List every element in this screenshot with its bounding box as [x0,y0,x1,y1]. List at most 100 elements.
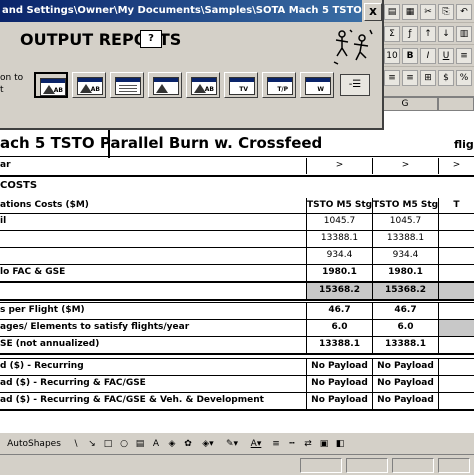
cell[interactable]: > [372,158,438,174]
table-row[interactable]: ar > > > [0,158,474,174]
cell[interactable]: 6.0 [372,320,438,336]
table-row[interactable]: ad ($) - Recurring & FAC/GSE No Payload … [0,376,474,392]
table-row[interactable]: 15368.2 15368.2 [0,283,474,299]
table-row[interactable]: d ($) - Recurring No Payload No Payload [0,359,474,375]
table-row[interactable]: COSTS [0,178,474,194]
align-right-icon[interactable]: ≡ [402,70,418,86]
cell[interactable] [438,231,474,247]
toolbar-button[interactable]: ✂ [420,4,436,20]
cell[interactable] [0,283,306,299]
textbox-icon[interactable]: ▤ [134,437,146,451]
table-row[interactable]: lo FAC & GSE 1980.1 1980.1 [0,265,474,281]
cell[interactable] [438,214,474,230]
table-row[interactable]: ations Costs ($M) TSTO M5 Stg 1 TSTO M5 … [0,198,474,214]
cell[interactable]: No Payload [372,359,438,375]
dash-style-icon[interactable]: ┅ [286,437,298,451]
italic-icon[interactable]: I [420,48,436,64]
cell[interactable]: ar [0,158,306,174]
currency-icon[interactable]: $ [438,70,454,86]
report-button-tvp[interactable]: T/P [262,72,296,98]
cell[interactable] [438,248,474,264]
cell[interactable]: No Payload [372,393,438,409]
cell[interactable]: > [438,158,474,174]
report-button-chart-2[interactable]: AB [72,72,106,98]
table-row[interactable]: il 1045.7 1045.7 [0,214,474,230]
cell[interactable]: T [438,198,474,214]
align-center-icon[interactable]: ≡ [384,70,400,86]
cell[interactable]: 13388.1 [372,337,438,353]
cell[interactable]: No Payload [306,393,372,409]
font-size-box[interactable]: 10 [384,48,400,64]
bold-icon[interactable]: B [402,48,418,64]
line-icon[interactable]: \ [70,437,82,451]
toolbar-button[interactable]: Σ [384,26,400,42]
underline-icon[interactable]: U [438,48,454,64]
cell[interactable]: s per Flight ($M) [0,303,306,319]
cell[interactable]: 15368.2 [306,283,372,299]
toolbar-button[interactable]: ▤ [384,4,400,20]
cell[interactable] [438,359,474,375]
cell[interactable]: il [0,214,306,230]
sort-desc-icon[interactable]: ↓ [438,26,454,42]
toolbar-button[interactable]: ↶ [456,4,472,20]
clipart-icon[interactable]: ✿ [182,437,194,451]
cell[interactable]: 13388.1 [306,337,372,353]
cell[interactable] [0,231,306,247]
cell[interactable]: ations Costs ($M) [0,198,306,214]
cell[interactable]: 13388.1 [372,231,438,247]
cell[interactable]: No Payload [306,376,372,392]
cell[interactable]: ad ($) - Recurring & FAC/GSE [0,376,306,392]
table-row[interactable]: 13388.1 13388.1 [0,231,474,247]
shadow-icon[interactable]: ▣ [318,437,330,451]
cell[interactable]: TSTO M5 Stg 2 [372,198,438,214]
line-color-icon[interactable]: ✎▾ [222,437,242,451]
font-color-icon[interactable]: A▾ [246,437,266,451]
cell[interactable]: 1045.7 [306,214,372,230]
toolbar-button[interactable]: ▦ [402,4,418,20]
cell[interactable]: 934.4 [372,248,438,264]
cell[interactable] [438,320,474,336]
cell[interactable]: 13388.1 [306,231,372,247]
help-icon[interactable]: ? [140,30,162,48]
cell[interactable]: ages/ Elements to satisfy flights/year [0,320,306,336]
cell[interactable]: No Payload [306,359,372,375]
rectangle-icon[interactable]: □ [102,437,114,451]
cell[interactable] [438,283,474,299]
wordart-icon[interactable]: A [150,437,162,451]
fill-color-icon[interactable]: ◈▾ [198,437,218,451]
cell[interactable]: 934.4 [306,248,372,264]
chart-icon[interactable]: ▥ [456,26,472,42]
cell[interactable] [438,376,474,392]
table-row[interactable]: 934.4 934.4 [0,248,474,264]
report-button-last[interactable]: W [300,72,334,98]
toolbar-button[interactable]: ⎘ [438,4,454,20]
report-button-table[interactable] [110,72,144,98]
close-icon[interactable]: x [364,3,382,21]
cell[interactable]: d ($) - Recurring [0,359,306,375]
autoshapes-menu[interactable]: AutoShapes ▾ [6,437,62,463]
cell[interactable]: 1045.7 [372,214,438,230]
cell[interactable]: > [306,158,372,174]
report-button-chart-3[interactable] [148,72,182,98]
cell[interactable]: 1980.1 [306,265,372,281]
cell[interactable]: 46.7 [306,303,372,319]
arrow-icon[interactable]: ↘ [86,437,98,451]
cell[interactable] [438,393,474,409]
cell[interactable]: ad ($) - Recurring & FAC/GSE & Veh. & De… [0,393,306,409]
table-row[interactable]: SE (not annualized) 13388.1 13388.1 [0,337,474,353]
cell[interactable]: 46.7 [372,303,438,319]
table-row[interactable]: ages/ Elements to satisfy flights/year 6… [0,320,474,336]
column-header-h[interactable] [438,97,474,111]
cell[interactable]: lo FAC & GSE [0,265,306,281]
line-style-icon[interactable]: ≡ [270,437,282,451]
exit-button[interactable]: -☰ [340,74,370,96]
cell[interactable]: 6.0 [306,320,372,336]
arrow-style-icon[interactable]: ⇄ [302,437,314,451]
3d-icon[interactable]: ◧ [334,437,346,451]
cell[interactable] [0,248,306,264]
report-button-tv[interactable]: TV [224,72,258,98]
cell[interactable] [438,337,474,353]
cell[interactable]: 1980.1 [372,265,438,281]
merge-icon[interactable]: ⊞ [420,70,436,86]
popup-title-bar[interactable]: and Settings\Owner\My Documents\Samples\… [0,0,362,22]
